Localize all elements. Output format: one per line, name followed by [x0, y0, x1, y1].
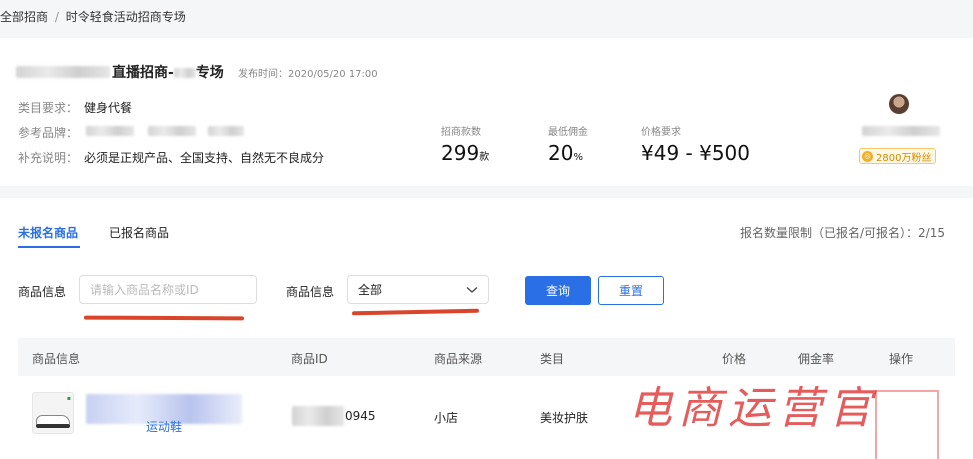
publish-time: 发布时间：2020/05/20 17:00: [238, 69, 378, 80]
table-header: 商品信息 商品ID 商品来源 类目 价格 佣金率 操作: [18, 338, 955, 376]
tab-registered[interactable]: 已报名商品: [109, 224, 169, 241]
product-source: 小店: [434, 411, 459, 425]
active-tab-indicator: [18, 246, 80, 248]
product-category: 美妆护肤: [540, 411, 589, 425]
breadcrumb-root[interactable]: 全部招商: [0, 10, 48, 24]
th-price: 价格: [722, 352, 747, 366]
stat-commission-unit: %: [573, 152, 583, 163]
avatar[interactable]: [889, 94, 909, 114]
campaign-title: 直播招商- 专场: [112, 62, 224, 82]
stat-count-label: 招商款数: [441, 127, 481, 138]
campaign-info-card: 直播招商- 专场 发布时间：2020/05/20 17:00 类目要求： 健身代餐…: [0, 38, 973, 186]
watermark-frame: [875, 390, 939, 459]
stat-price-label: 价格要求: [641, 127, 681, 138]
filter-product-info-label: 商品信息: [18, 285, 67, 299]
campaign-title-text: 直播招商-: [112, 65, 174, 81]
redacted-title-middle: [173, 68, 196, 78]
stat-commission-number: 20: [548, 141, 574, 165]
breadcrumb-separator: /: [54, 10, 59, 24]
note-value: 必须是正规产品、全国支持、自然无不良成分: [84, 151, 325, 165]
stat-price-value: ¥49 - ¥500: [641, 141, 751, 165]
product-id-visible: 0945: [345, 409, 376, 423]
redacted-anchor-name: [862, 126, 940, 136]
th-product-info: 商品信息: [32, 352, 81, 366]
stat-commission-value: 20%: [548, 141, 583, 165]
annotation-underline-1: [83, 315, 245, 321]
shoe-sole: [36, 424, 70, 428]
redacted-title-prefix: [16, 66, 110, 78]
campaign-title-suffix: 专场: [195, 65, 224, 81]
redacted-brand-1: [86, 126, 134, 136]
category-label: 类目要求：: [18, 101, 79, 115]
coin-icon: ◎: [862, 150, 873, 162]
category-value: 健身代餐: [84, 101, 133, 115]
chevron-down-icon: [466, 286, 478, 293]
product-name-visible[interactable]: 运动鞋: [146, 418, 182, 435]
query-button[interactable]: 查询: [525, 276, 591, 305]
search-input[interactable]: [79, 275, 257, 304]
th-product-id: 商品ID: [291, 352, 328, 366]
stat-count-unit: 款: [479, 152, 490, 163]
note-label: 补充说明：: [18, 151, 79, 165]
fans-count: 2800万粉丝: [876, 152, 932, 164]
signup-limit: 报名数量限制（已报名/可报名）：2/15: [740, 226, 945, 240]
stat-count-number: 299: [441, 141, 480, 165]
breadcrumb-current: 时令轻食活动招商专场: [65, 10, 186, 24]
redacted-brand-2: [148, 126, 196, 136]
filter-select-label: 商品信息: [286, 285, 335, 299]
th-commission: 佣金率: [798, 352, 835, 366]
source-select[interactable]: 全部: [347, 275, 489, 304]
th-actions: 操作: [889, 352, 914, 366]
stat-commission-label: 最低佣金: [548, 127, 588, 138]
brand-label: 参考品牌：: [18, 126, 79, 140]
source-select-value: 全部: [358, 283, 383, 297]
annotation-underline-2: [351, 308, 480, 316]
th-source: 商品来源: [434, 352, 483, 366]
tab-unregistered[interactable]: 未报名商品: [18, 224, 78, 241]
fans-badge: ◎ 2800万粉丝: [859, 148, 937, 164]
reset-button[interactable]: 重置: [598, 276, 664, 305]
thumb-tag-icon: ▪: [66, 395, 71, 402]
stat-count-value: 299款: [441, 141, 489, 165]
watermark: 电商运营官: [628, 383, 878, 434]
th-category: 类目: [540, 352, 565, 366]
redacted-brand-3: [208, 126, 244, 136]
redacted-product-id: [292, 406, 344, 426]
product-thumbnail[interactable]: ▪: [32, 392, 74, 434]
breadcrumb: 全部招商 / 时令轻食活动招商专场: [0, 8, 186, 25]
